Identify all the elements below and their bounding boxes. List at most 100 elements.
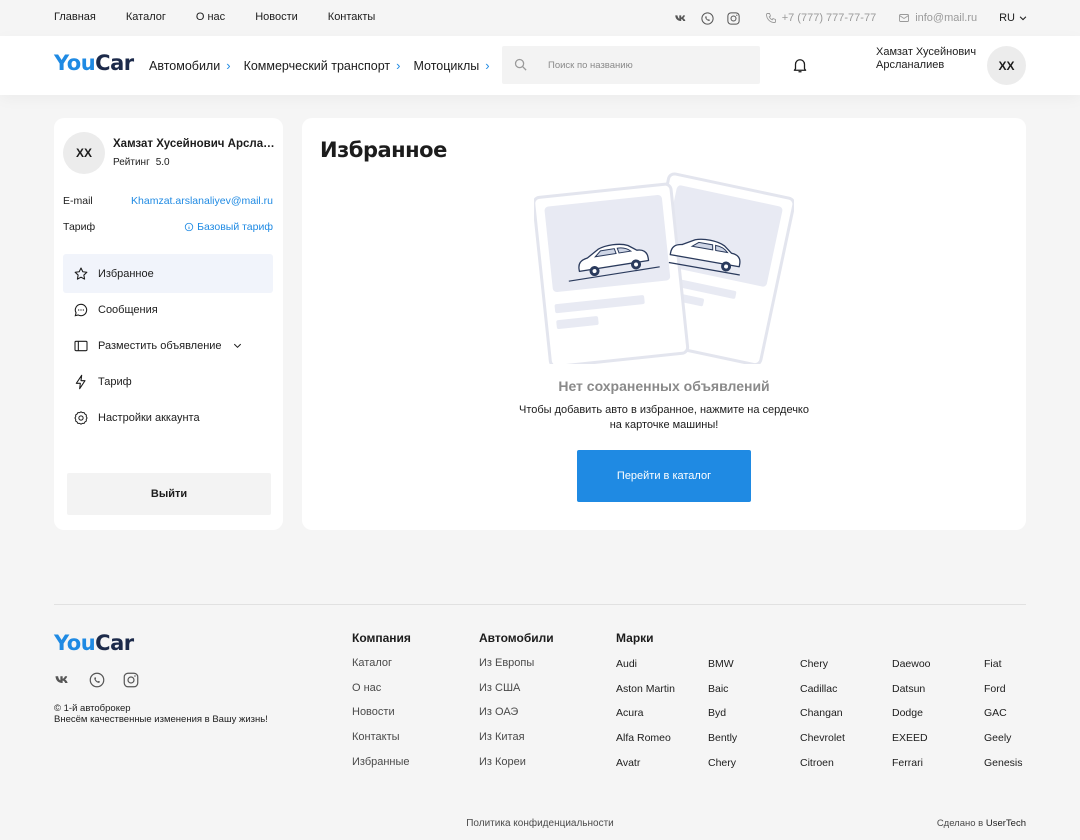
go-to-catalog-button[interactable]: Перейти в каталог xyxy=(577,450,751,502)
brand-link[interactable]: Fiat xyxy=(984,658,1023,683)
menu-item-settings[interactable]: Настройки аккаунта xyxy=(63,398,273,437)
email-contact[interactable]: info@mail.ru xyxy=(898,12,977,24)
tariff-value: Базовый тариф xyxy=(197,221,273,233)
footer-logo-you: You xyxy=(54,631,96,655)
privacy-policy-link[interactable]: Политика конфиденциальности xyxy=(0,818,1080,829)
footer-link[interactable]: Новости xyxy=(352,706,411,731)
instagram-icon[interactable] xyxy=(120,670,142,690)
brand-link[interactable]: Ford xyxy=(984,683,1023,708)
brands-column: Chery Cadillac Changan Chevrolet Citroen xyxy=(800,658,845,781)
chat-icon xyxy=(74,303,88,316)
top-nav-home[interactable]: Главная xyxy=(54,11,96,23)
vk-icon[interactable] xyxy=(673,9,691,27)
menu-item-label: Тариф xyxy=(98,375,132,388)
brand-link[interactable]: Dodge xyxy=(892,707,931,732)
top-nav-catalog[interactable]: Каталог xyxy=(126,11,166,23)
menu-item-label: Сообщения xyxy=(98,303,158,316)
gear-icon xyxy=(74,410,88,425)
brand-link[interactable]: Chevrolet xyxy=(800,732,845,757)
brand-link[interactable]: Alfa Romeo xyxy=(616,732,675,757)
whatsapp-icon[interactable] xyxy=(86,670,108,690)
phone-number: +7 (777) 777-77-77 xyxy=(781,12,877,24)
brand-link[interactable]: Datsun xyxy=(892,683,931,708)
brand-link[interactable]: Avatr xyxy=(616,757,675,782)
nav-moto[interactable]: Мотоциклы › xyxy=(413,58,489,73)
made-by[interactable]: Сделано в UserTech xyxy=(937,818,1026,829)
empty-state-text: Чтобы добавить авто в избранное, нажмите… xyxy=(502,403,826,433)
top-nav-contacts[interactable]: Контакты xyxy=(328,11,376,23)
logout-button[interactable]: Выйти xyxy=(67,473,271,515)
footer-link[interactable]: Из Европы xyxy=(479,657,554,682)
main-nav: Автомобили › Коммерческий транспорт › Мото… xyxy=(149,58,503,73)
footer-company: Компания Каталог О нас Новости Контакты … xyxy=(352,631,411,780)
email-value[interactable]: Khamzat.arslanaliyev@mail.ru xyxy=(131,195,273,207)
logo[interactable]: YouCar xyxy=(54,51,134,75)
nav-moto-label: Мотоциклы xyxy=(413,58,480,73)
brand-link[interactable]: Ferrari xyxy=(892,757,931,782)
brand-link[interactable]: Cadillac xyxy=(800,683,845,708)
chevron-right-icon: › xyxy=(485,58,490,73)
brand-link[interactable]: EXEED xyxy=(892,732,931,757)
brand-link[interactable]: Citroen xyxy=(800,757,845,782)
menu-item-post-ad[interactable]: Разместить объявление xyxy=(63,326,273,365)
tariff-link[interactable]: Базовый тариф xyxy=(184,221,273,233)
brand-link[interactable]: Byd xyxy=(708,707,737,732)
instagram-icon[interactable] xyxy=(725,9,743,27)
phone-contact[interactable]: +7 (777) 777-77-77 xyxy=(765,12,876,24)
header-user-name[interactable]: Хамзат Хусейнович Арсланалиев xyxy=(876,46,976,72)
language-value: RU xyxy=(999,12,1015,24)
top-right: +7 (777) 777-77-77 info@mail.ru RU xyxy=(665,9,1028,27)
main-header: YouCar Автомобили › Коммерческий транспор… xyxy=(0,36,1080,95)
menu-item-label: Избранное xyxy=(98,267,154,280)
star-icon xyxy=(74,266,88,280)
email-label: E-mail xyxy=(63,195,93,207)
top-nav-about[interactable]: О нас xyxy=(196,11,225,23)
footer-link[interactable]: О нас xyxy=(352,682,411,707)
email-address: info@mail.ru xyxy=(915,12,978,24)
tariff-row: Тариф Базовый тариф xyxy=(63,221,273,233)
footer-link[interactable]: Из США xyxy=(479,682,554,707)
chevron-right-icon: › xyxy=(226,58,231,73)
brand-link[interactable]: Chery xyxy=(708,757,737,782)
nav-cars[interactable]: Автомобили › xyxy=(149,58,231,73)
brand-link[interactable]: Chery xyxy=(800,658,845,683)
vk-icon[interactable] xyxy=(52,670,74,690)
menu-item-messages[interactable]: Сообщения xyxy=(63,290,273,329)
profile-sidebar: ХХ Хамзат Хусейнович Арсланалиев Рейтинг… xyxy=(54,118,283,530)
footer-link[interactable]: Каталог xyxy=(352,657,411,682)
mail-icon xyxy=(899,14,910,22)
avatar[interactable]: ХХ xyxy=(987,46,1026,85)
menu-item-favorites[interactable]: Избранное xyxy=(63,254,273,293)
bell-icon[interactable] xyxy=(791,56,809,74)
top-nav-news[interactable]: Новости xyxy=(255,11,298,23)
empty-cars-illustration xyxy=(534,172,794,364)
brand-link[interactable]: Bently xyxy=(708,732,737,757)
footer-link[interactable]: Контакты xyxy=(352,731,411,756)
footer-logo[interactable]: YouCar xyxy=(54,631,134,655)
search-box xyxy=(502,46,760,84)
nav-commercial[interactable]: Коммерческий транспорт › xyxy=(244,58,401,73)
brand-link[interactable]: Genesis xyxy=(984,757,1023,782)
language-select[interactable]: RU xyxy=(999,12,1028,24)
brand-link[interactable]: Acura xyxy=(616,707,675,732)
favorites-panel: Избранное Нет сохраненных объявлений Что… xyxy=(302,118,1026,530)
footer-link[interactable]: Из Кореи xyxy=(479,756,554,781)
brand-link[interactable]: Baic xyxy=(708,683,737,708)
brand-link[interactable]: Daewoo xyxy=(892,658,931,683)
brand-link[interactable]: Changan xyxy=(800,707,845,732)
nav-cars-label: Автомобили xyxy=(149,58,221,73)
brand-link[interactable]: GAC xyxy=(984,707,1023,732)
whatsapp-icon[interactable] xyxy=(699,9,717,27)
search-input[interactable] xyxy=(548,55,748,75)
brand-link[interactable]: Audi xyxy=(616,658,675,683)
footer-link[interactable]: Из ОАЭ xyxy=(479,706,554,731)
brand-link[interactable]: Geely xyxy=(984,732,1023,757)
lightning-icon xyxy=(75,374,86,389)
footer-link[interactable]: Из Китая xyxy=(479,731,554,756)
footer-link[interactable]: Избранные xyxy=(352,756,411,781)
footer-company-title: Компания xyxy=(352,631,411,645)
brand-link[interactable]: Aston Martin xyxy=(616,683,675,708)
menu-item-tariff[interactable]: Тариф xyxy=(63,362,273,401)
search-icon xyxy=(514,58,527,71)
brand-link[interactable]: BMW xyxy=(708,658,737,683)
